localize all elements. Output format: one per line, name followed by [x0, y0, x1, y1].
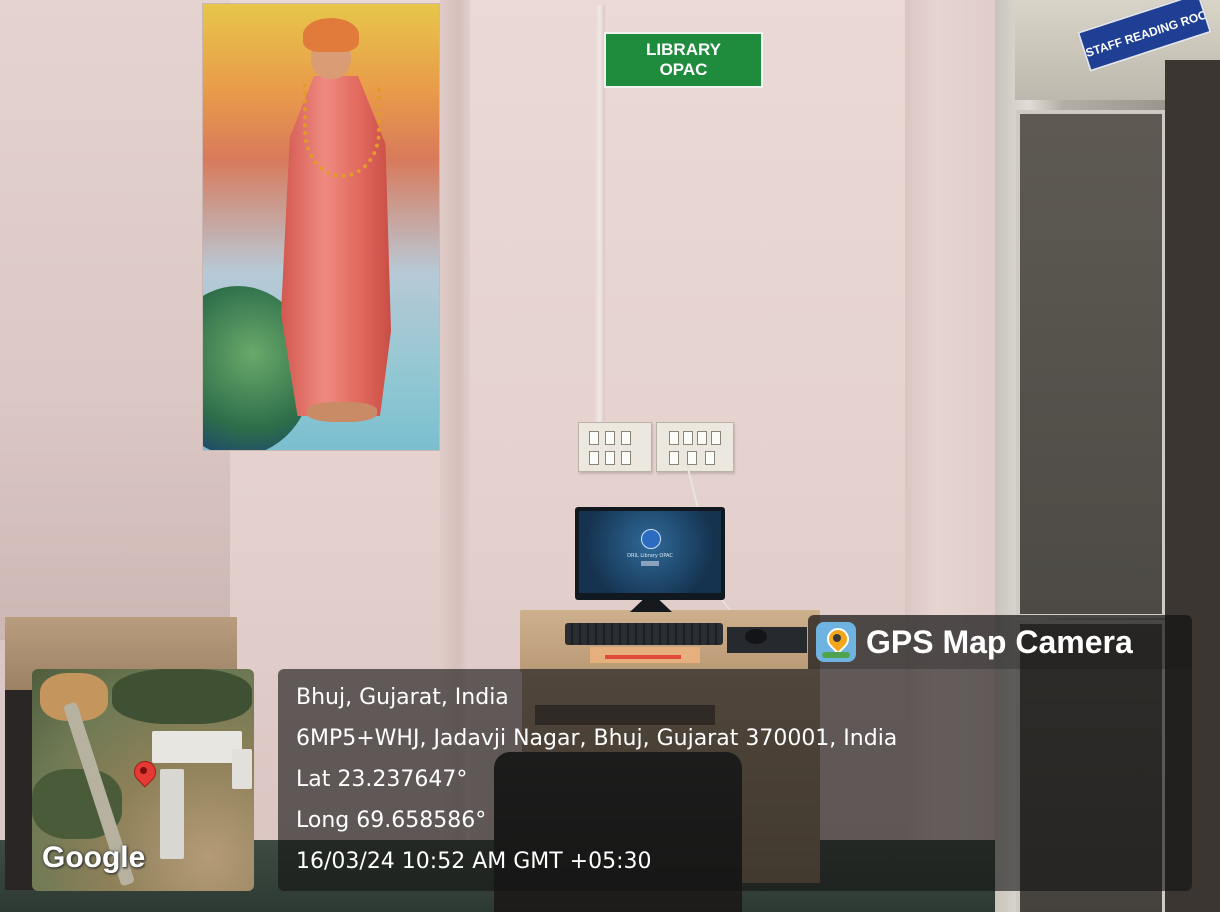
keyboard: [565, 623, 723, 645]
switch: [705, 451, 715, 465]
switch: [605, 431, 615, 445]
gps-brand-title: GPS Map Camera: [866, 623, 1133, 660]
screen-login-label: DRIL Library OPAC: [627, 553, 673, 559]
switch: [589, 451, 599, 465]
wall-poster: [202, 3, 440, 451]
switch: [669, 431, 679, 445]
map-building: [152, 731, 242, 763]
monitor: DRIL Library OPAC: [575, 507, 725, 600]
map-pin-icon: [816, 622, 856, 662]
library-sign-line2: OPAC: [659, 60, 708, 79]
poster-figure-garland: [303, 84, 381, 178]
location-pin-dot: [140, 767, 147, 774]
left-wall: [0, 0, 230, 640]
switch: [589, 431, 599, 445]
location-city: Bhuj, Gujarat, India: [296, 685, 509, 710]
switchboard-left: [578, 422, 652, 472]
location-longitude: Long 69.658586°: [296, 808, 487, 833]
switch: [711, 431, 721, 445]
monitor-screen: DRIL Library OPAC: [579, 511, 721, 593]
switch: [621, 451, 631, 465]
map-building: [232, 749, 252, 789]
computer-mouse: [745, 629, 767, 644]
door-glass-panel: [1016, 110, 1166, 618]
location-info-panel: Bhuj, Gujarat, India 6MP5+WHJ, Jadavji N…: [278, 669, 1192, 891]
switchboard-right: [656, 422, 734, 472]
library-sign-line1: LIBRARY: [646, 40, 721, 59]
gps-map-camera-badge: GPS Map Camera: [808, 615, 1192, 669]
gps-icon-dot: [833, 634, 841, 642]
switch: [683, 431, 693, 445]
poster-figure-turban: [303, 18, 359, 52]
switch: [687, 451, 697, 465]
switch: [669, 451, 679, 465]
switch: [605, 451, 615, 465]
screen-login-button: [641, 561, 659, 566]
map-building: [160, 769, 184, 859]
mousepad: [727, 627, 807, 653]
gps-icon-base: [822, 652, 850, 658]
location-address: 6MP5+WHJ, Jadavji Nagar, Bhuj, Gujarat 3…: [296, 726, 898, 751]
map-trees: [112, 669, 252, 724]
location-latitude: Lat 23.237647°: [296, 767, 468, 792]
google-logo: Google: [42, 841, 146, 874]
user-avatar-icon: [641, 529, 661, 549]
poster-figure-feet: [307, 402, 377, 422]
photo-scene: LIBRARY OPAC DRIL Library OPAC STAFF REA…: [0, 0, 1220, 912]
switch: [621, 431, 631, 445]
switch: [697, 431, 707, 445]
location-timestamp: 16/03/24 10:52 AM GMT +05:30: [296, 849, 652, 874]
satellite-map-thumbnail: Google: [32, 669, 254, 891]
library-opac-sign: LIBRARY OPAC: [604, 32, 763, 88]
desk-paper-strip: [605, 655, 681, 659]
